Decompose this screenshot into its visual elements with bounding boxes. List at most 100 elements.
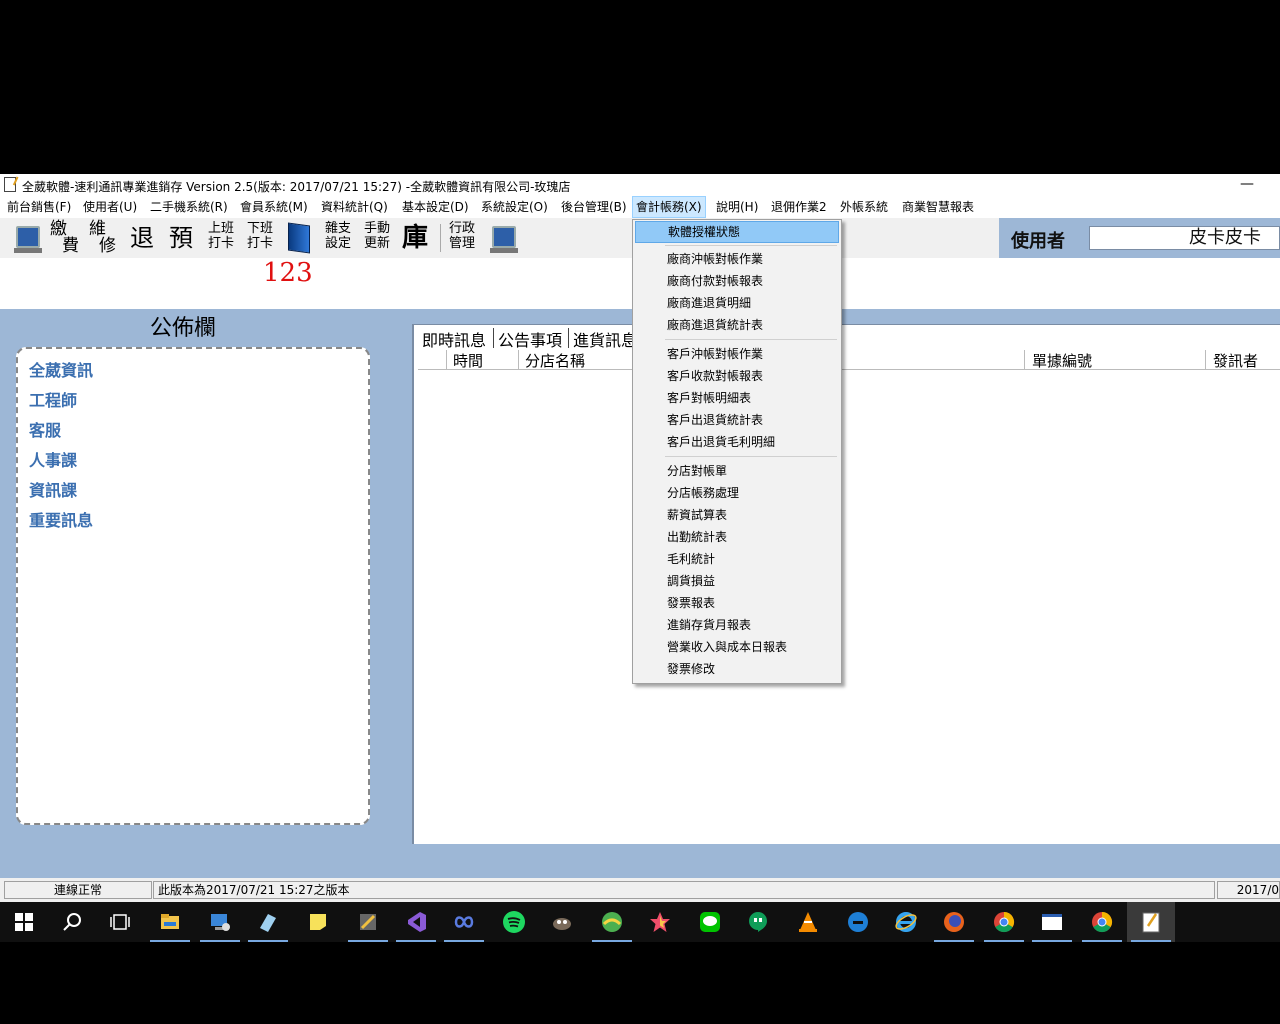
remote-desktop-icon[interactable] (196, 902, 244, 942)
menu-basic-settings[interactable]: 基本設定(D) (399, 196, 472, 218)
menu-system-settings[interactable]: 系統設定(O) (478, 196, 551, 218)
app-window: 全葳軟體-速利通訊專業進銷存 Version 2.5(版本: 2017/07/2… (0, 174, 1280, 902)
chrome-icon-2[interactable] (1078, 902, 1126, 942)
pay-button[interactable]: 繳 費 (50, 221, 84, 255)
menu-option-customer-reconcile[interactable]: 客戶沖帳對帳作業 (635, 343, 839, 365)
menu-option-vendor-purchase-stats[interactable]: 廠商進退貨統計表 (635, 314, 839, 336)
visual-studio-icon[interactable] (392, 902, 440, 942)
menu-option-branch-statement[interactable]: 分店對帳單 (635, 460, 839, 482)
hangouts-icon[interactable] (734, 902, 782, 942)
bulletin-link-engineer[interactable]: 工程師 (29, 387, 77, 411)
tab-announcements[interactable]: 公告事項 (498, 327, 562, 351)
menu-option-customer-receipt-report[interactable]: 客戶收款對帳報表 (635, 365, 839, 387)
menu-option-license-status[interactable]: 軟體授權狀態 (635, 221, 839, 243)
bulletin-link-customer-service[interactable]: 客服 (29, 417, 61, 441)
vlc-icon[interactable] (784, 902, 832, 942)
search-icon[interactable] (48, 902, 96, 942)
menu-data-statistics[interactable]: 資料統計(Q) (318, 196, 391, 218)
menu-member-system[interactable]: 會員系統(M) (237, 196, 311, 218)
menu-option-vendor-purchase-detail[interactable]: 廠商進退貨明細 (635, 292, 839, 314)
bulletin-link-company[interactable]: 全葳資訊 (29, 357, 93, 381)
sticky-notes-icon[interactable] (294, 902, 342, 942)
chrome-icon[interactable] (980, 902, 1028, 942)
clock-out-line2: 打卡 (247, 236, 274, 251)
bulletin-link-it[interactable]: 資訊課 (29, 477, 77, 501)
tab-purchase-messages[interactable]: 進貨訊息 (573, 327, 637, 351)
book-icon[interactable] (288, 221, 310, 255)
spotify-icon[interactable] (490, 902, 538, 942)
internet-explorer-icon[interactable] (882, 902, 930, 942)
menu-option-customer-gross-profit[interactable]: 客戶出退貨毛利明細 (635, 431, 839, 453)
tools-app-icon[interactable] (344, 902, 392, 942)
line-app-icon[interactable] (686, 902, 734, 942)
tab-separator (568, 328, 569, 348)
edge-icon[interactable] (834, 902, 882, 942)
menu-accounting[interactable]: 會計帳務(X) (632, 196, 706, 218)
misc-expense-line1: 雜支 (325, 221, 352, 236)
maps-app-icon[interactable] (588, 902, 636, 942)
clock-out-button[interactable]: 下班 打卡 (247, 221, 281, 255)
column-separator (518, 350, 519, 369)
eraser-app-icon[interactable] (244, 902, 292, 942)
star-app-icon[interactable] (636, 902, 684, 942)
column-time[interactable]: 時間 (453, 350, 483, 371)
menu-option-customer-statement[interactable]: 客戶對帳明細表 (635, 387, 839, 409)
misc-expense-button[interactable]: 雜支 設定 (325, 221, 359, 255)
menu-used-phone-system[interactable]: 二手機系統(R) (147, 196, 231, 218)
tab-realtime-messages[interactable]: 即時訊息 (422, 327, 486, 351)
status-bar: 連線正常 此版本為2017/07/21 15:27之版本 2017/0 (0, 878, 1280, 902)
menu-backend-management[interactable]: 後台管理(B) (558, 196, 630, 218)
menu-option-payroll-trial[interactable]: 薪資試算表 (635, 504, 839, 526)
menu-business-intelligence[interactable]: 商業智慧報表 (899, 196, 977, 218)
column-sender[interactable]: 發訊者 (1213, 350, 1258, 371)
menu-option-branch-accounting[interactable]: 分店帳務處理 (635, 482, 839, 504)
windows-start-icon[interactable] (0, 902, 48, 942)
manual-update-line2: 更新 (364, 236, 391, 251)
column-document-number[interactable]: 單據編號 (1032, 350, 1092, 371)
return-button[interactable]: 退 (130, 221, 154, 255)
menu-option-inventory-monthly[interactable]: 進銷存貨月報表 (635, 614, 839, 636)
menu-external-accounts[interactable]: 外帳系統 (837, 196, 891, 218)
menu-option-invoice-report[interactable]: 發票報表 (635, 592, 839, 614)
pay-line2: 費 (62, 236, 79, 256)
clock-in-button[interactable]: 上班 打卡 (208, 221, 242, 255)
column-separator (446, 350, 447, 369)
menu-help[interactable]: 說明(H) (713, 196, 761, 218)
menu-commission-refund[interactable]: 退佣作業2 (768, 196, 830, 218)
repair-button[interactable]: 維 修 (89, 221, 123, 255)
task-view-icon[interactable] (96, 902, 144, 942)
menu-option-transfer-pl[interactable]: 調貨損益 (635, 570, 839, 592)
menu-option-invoice-edit[interactable]: 發票修改 (635, 658, 839, 680)
title-bar: 全葳軟體-速利通訊專業進銷存 Version 2.5(版本: 2017/07/2… (0, 174, 1280, 196)
file-explorer-icon[interactable] (146, 902, 194, 942)
column-branch-name[interactable]: 分店名稱 (525, 350, 585, 371)
menu-option-attendance-stats[interactable]: 出勤統計表 (635, 526, 839, 548)
reserve-button[interactable]: 預 (169, 221, 193, 255)
status-version-note: 此版本為2017/07/21 15:27之版本 (153, 881, 1215, 899)
screen: 全葳軟體-速利通訊專業進銷存 Version 2.5(版本: 2017/07/2… (0, 0, 1280, 1024)
notepad-app-icon[interactable] (1127, 902, 1175, 942)
menu-front-sales[interactable]: 前台銷售(F) (4, 196, 74, 218)
minimize-button[interactable]: — (1236, 174, 1258, 196)
menu-option-customer-shipment-stats[interactable]: 客戶出退貨統計表 (635, 409, 839, 431)
admin-line2: 管理 (449, 236, 476, 251)
admin-button[interactable]: 行政 管理 (449, 221, 483, 255)
bulletin-link-hr[interactable]: 人事課 (29, 447, 77, 471)
menu-option-vendor-reconcile[interactable]: 廠商沖帳對帳作業 (635, 248, 839, 270)
menu-option-gross-profit-stats[interactable]: 毛利統計 (635, 548, 839, 570)
clock-in-line2: 打卡 (208, 236, 235, 251)
computer-icon-2[interactable] (490, 221, 518, 255)
user-name-field: 皮卡皮卡 (1089, 226, 1280, 250)
gimp-icon[interactable] (538, 902, 586, 942)
menu-user[interactable]: 使用者(U) (80, 196, 140, 218)
computer-icon[interactable] (14, 221, 42, 255)
menu-option-revenue-cost-daily[interactable]: 營業收入與成本日報表 (635, 636, 839, 658)
warehouse-button[interactable]: 庫 (402, 221, 428, 255)
firefox-icon[interactable] (930, 902, 978, 942)
bulletin-link-important[interactable]: 重要訊息 (29, 507, 93, 531)
infinity-app-icon[interactable] (440, 902, 488, 942)
manual-update-button[interactable]: 手動 更新 (364, 221, 398, 255)
admin-line1: 行政 (449, 221, 476, 236)
menu-option-vendor-payment-report[interactable]: 廠商付款對帳報表 (635, 270, 839, 292)
window-app-icon[interactable] (1028, 902, 1076, 942)
